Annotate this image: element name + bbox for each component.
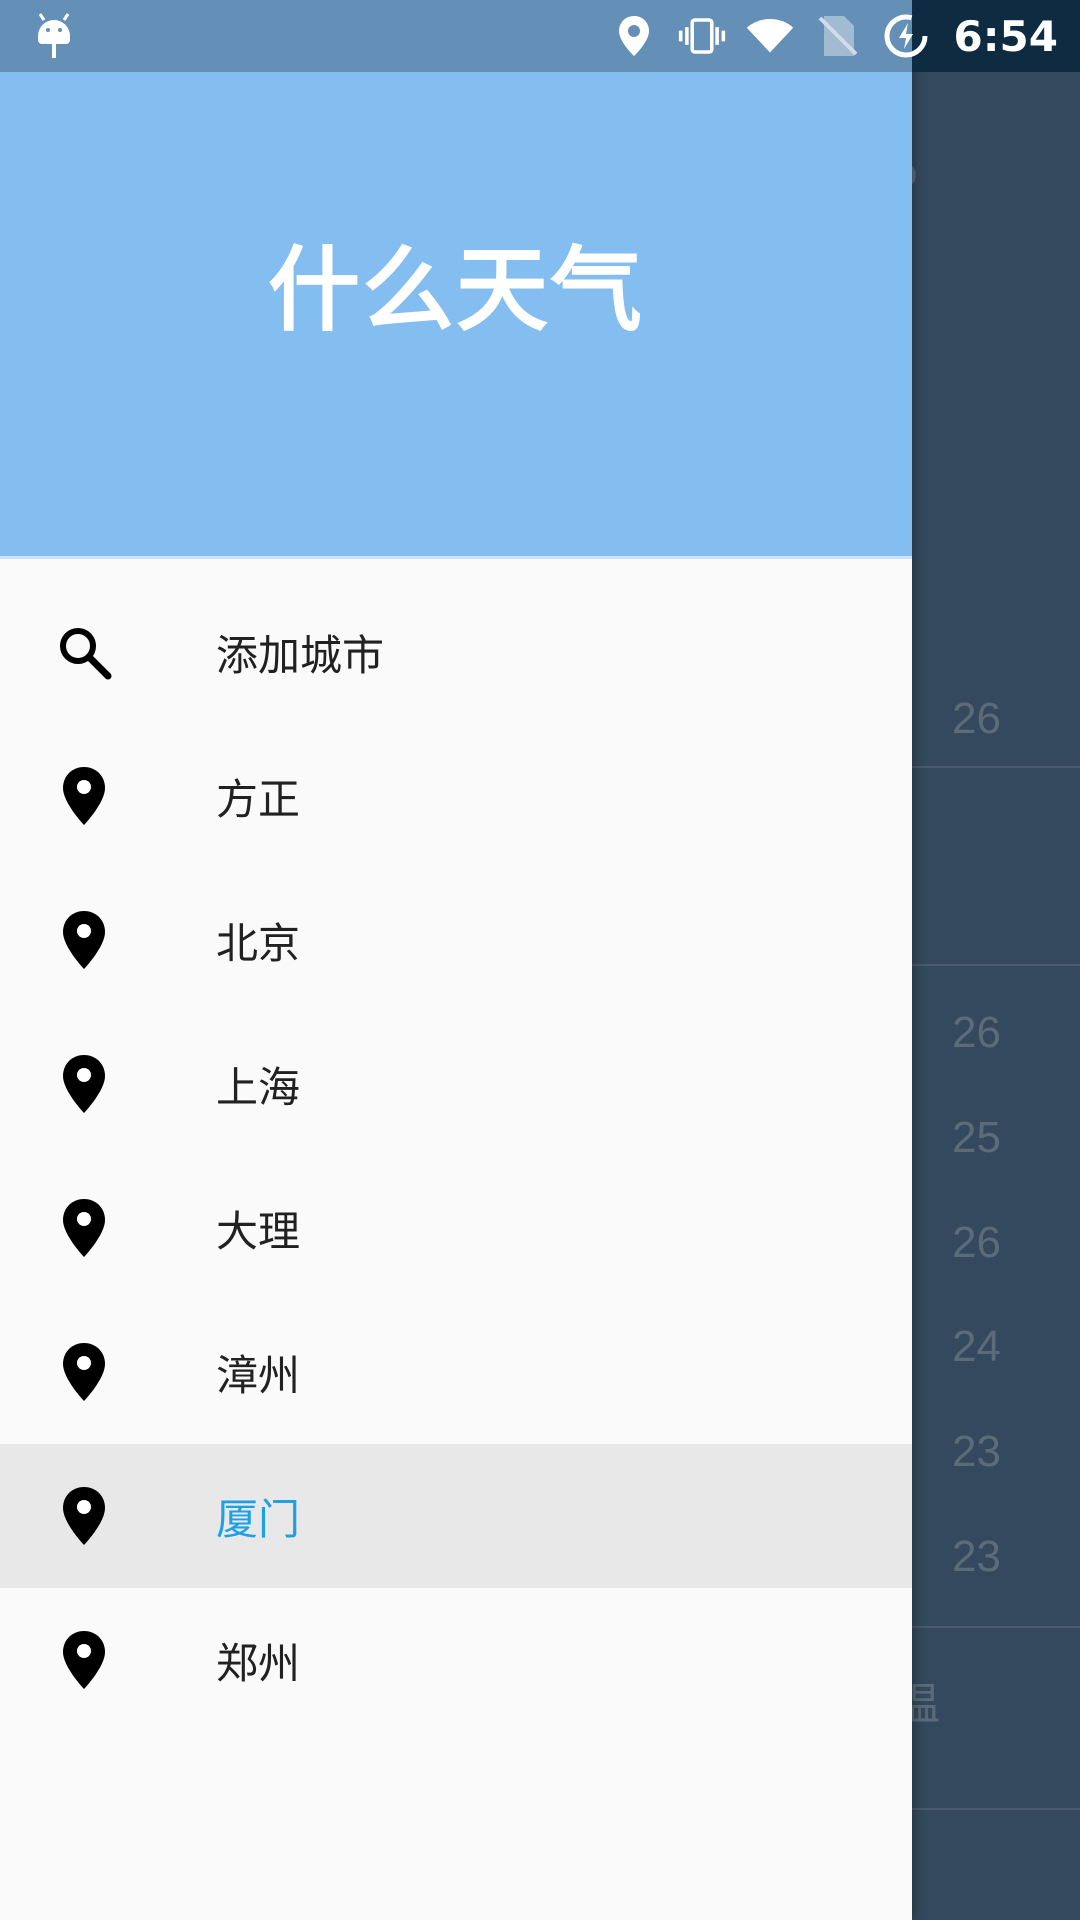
status-time: 6:54 <box>953 11 1058 61</box>
menu-item-add-city[interactable]: 添加城市 <box>0 580 912 724</box>
battery-saver-icon <box>882 12 930 60</box>
drawer-header: 什么天气 <box>0 72 912 559</box>
background-temp: 26 <box>952 1218 1001 1267</box>
background-divider <box>912 766 1080 768</box>
screen: 6:54 ͽ 26 26 25 26 24 23 23 温 什么天气 添加城市 <box>0 0 1080 1920</box>
navigation-drawer: 什么天气 添加城市 方正 北京 上海 大理 漳州 厦门 郑州 <box>0 0 912 1920</box>
background-temp: 23 <box>952 1532 1001 1581</box>
location-pin-icon <box>56 1484 112 1548</box>
background-divider <box>912 1808 1080 1810</box>
wifi-icon <box>746 12 794 60</box>
no-sim-icon <box>814 12 862 60</box>
location-pin-icon <box>56 1196 112 1260</box>
menu-item-city[interactable]: 漳州 <box>0 1300 912 1444</box>
location-pin-icon <box>56 1340 112 1404</box>
background-divider <box>912 1626 1080 1628</box>
android-debug-icon <box>38 13 70 58</box>
menu-item-label: 上海 <box>216 1062 301 1112</box>
menu-item-city-selected[interactable]: 厦门 <box>0 1444 912 1588</box>
search-icon <box>56 620 112 684</box>
menu-item-label: 大理 <box>216 1206 301 1256</box>
menu-item-label: 漳州 <box>216 1350 301 1400</box>
location-pin-icon <box>56 1628 112 1692</box>
status-icons: 6:54 <box>600 0 1080 72</box>
city-menu-list: 添加城市 方正 北京 上海 大理 漳州 厦门 郑州 <box>0 580 912 1732</box>
menu-item-label: 添加城市 <box>216 630 385 680</box>
background-temp: 26 <box>952 694 1001 743</box>
vibrate-icon <box>678 12 726 60</box>
menu-item-city[interactable]: 上海 <box>0 1012 912 1156</box>
background-temp: 25 <box>952 1113 1001 1162</box>
location-pin-icon <box>56 908 112 972</box>
background-temp: 24 <box>952 1322 1001 1371</box>
menu-item-label: 厦门 <box>216 1494 301 1544</box>
background-divider <box>912 964 1080 966</box>
menu-item-city[interactable]: 郑州 <box>0 1588 912 1732</box>
drawer-title: 什么天气 <box>267 236 644 344</box>
menu-item-city[interactable]: 大理 <box>0 1156 912 1300</box>
menu-item-city[interactable]: 方正 <box>0 724 912 868</box>
menu-item-city[interactable]: 北京 <box>0 868 912 1012</box>
menu-item-label: 北京 <box>216 918 301 968</box>
background-temp: 26 <box>952 1008 1001 1057</box>
location-pin-icon <box>56 1052 112 1116</box>
background-weather-content <box>912 72 1080 1920</box>
background-temp: 23 <box>952 1427 1001 1476</box>
menu-item-label: 方正 <box>216 774 301 824</box>
menu-item-label: 郑州 <box>216 1638 301 1688</box>
location-icon <box>610 12 658 60</box>
location-pin-icon <box>56 764 112 828</box>
